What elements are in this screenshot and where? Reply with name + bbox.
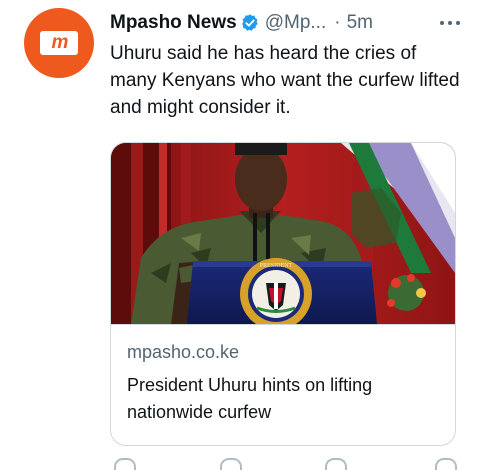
card-title[interactable]: President Uhuru hints on lifting nationw… <box>127 372 447 426</box>
verified-badge-icon <box>241 14 258 31</box>
tweet-time[interactable]: 5m <box>347 12 373 34</box>
reply-icon[interactable] <box>114 458 136 470</box>
avatar[interactable]: m <box>24 8 94 78</box>
mpasho-logo: m <box>40 31 78 55</box>
logo-text: m <box>51 32 69 53</box>
link-card[interactable]: PRESIDENT mpasho.co.ke President Uhuru h… <box>110 142 456 446</box>
separator-dot: · <box>334 12 341 33</box>
tweet-text: Uhuru said he has heard the cries of man… <box>110 43 460 118</box>
article-image[interactable]: PRESIDENT <box>111 143 455 325</box>
account-name[interactable]: Mpasho News <box>110 12 237 34</box>
share-icon[interactable] <box>435 458 457 470</box>
tweet-actions <box>110 458 460 470</box>
more-horizontal-icon <box>440 21 460 25</box>
account-handle[interactable]: @Mp... <box>265 12 327 34</box>
seal-text: PRESIDENT <box>260 263 293 269</box>
more-options-button[interactable] <box>435 11 465 35</box>
like-icon[interactable] <box>325 458 347 470</box>
card-domain[interactable]: mpasho.co.ke <box>127 342 239 363</box>
retweet-icon[interactable] <box>220 458 242 470</box>
tweet[interactable]: m Mpasho News @Mp... · 5m Uhuru said he … <box>0 0 480 470</box>
tweet-header: Mpasho News @Mp... · 5m <box>110 11 465 35</box>
